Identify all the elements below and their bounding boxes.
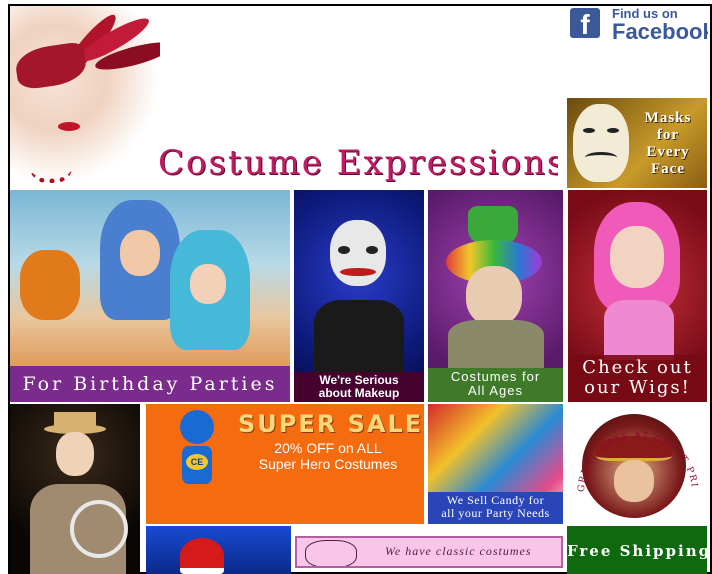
hero-badge: CE [186, 454, 208, 470]
ages-caption-1: Costumes for [450, 369, 541, 384]
all-ages-promo[interactable]: Costumes for All Ages [428, 190, 563, 402]
hats-promo[interactable]: GREAT HATS AT GREAT PRICES [568, 404, 707, 524]
sale-title: SUPER SALE [238, 410, 424, 438]
facebook-icon: f [570, 8, 600, 40]
facebook-link[interactable]: f Find us on Facebook [568, 6, 708, 46]
guy-fawkes-mask-icon [573, 104, 629, 182]
masks-text-1: Masks [644, 110, 692, 126]
classic-costumes-promo[interactable]: We have classic costumes [295, 536, 563, 568]
sale-line-1: 20% OFF on ALL [274, 440, 382, 456]
superhero-icon: CE [162, 410, 232, 520]
masks-text-2: for [656, 127, 680, 143]
super-sale-promo[interactable]: CE SUPER SALE 20% OFF on ALL Super Hero … [146, 404, 424, 524]
makeup-caption-2: about Makeup [318, 386, 400, 400]
santa-hat-icon [180, 538, 224, 574]
birthday-parties-promo[interactable]: For Birthday Parties [10, 190, 290, 402]
site-title: Costume Expressions [158, 143, 558, 183]
classic-face-icon [305, 540, 357, 566]
classic-text: We have classic costumes [385, 544, 532, 558]
masks-promo[interactable]: Masks for Every Face [567, 98, 707, 188]
makeup-promo[interactable]: We're Serious about Makeup [294, 190, 424, 402]
shipping-text: Free Shipping [567, 542, 707, 560]
masks-text-4: Face [651, 161, 685, 177]
hats-ring-text: GREAT HATS AT GREAT PRICES [568, 404, 699, 492]
straw-hat-costume-image[interactable] [10, 404, 140, 574]
masks-text-3: Every [646, 144, 690, 160]
wigs-caption-1: Check out [582, 357, 693, 378]
svg-text:GREAT HATS AT GREAT PRICES: GREAT HATS AT GREAT PRICES [568, 404, 699, 492]
candy-promo[interactable]: We Sell Candy for all your Party Needs [428, 404, 563, 524]
wigs-promo[interactable]: Check out our Wigs! [568, 190, 707, 402]
masked-woman-image[interactable] [10, 6, 160, 184]
sale-line-2: Super Hero Costumes [258, 456, 398, 472]
wigs-caption-2: our Wigs! [584, 377, 691, 398]
facebook-line2: Facebook [612, 19, 708, 44]
ages-caption-2: All Ages [468, 383, 523, 398]
candy-caption-2: all your Party Needs [441, 506, 550, 520]
free-shipping-promo[interactable]: Free Shipping [567, 526, 707, 574]
santa-costume-promo[interactable] [146, 526, 291, 574]
birthday-caption: For Birthday Parties [10, 366, 290, 402]
